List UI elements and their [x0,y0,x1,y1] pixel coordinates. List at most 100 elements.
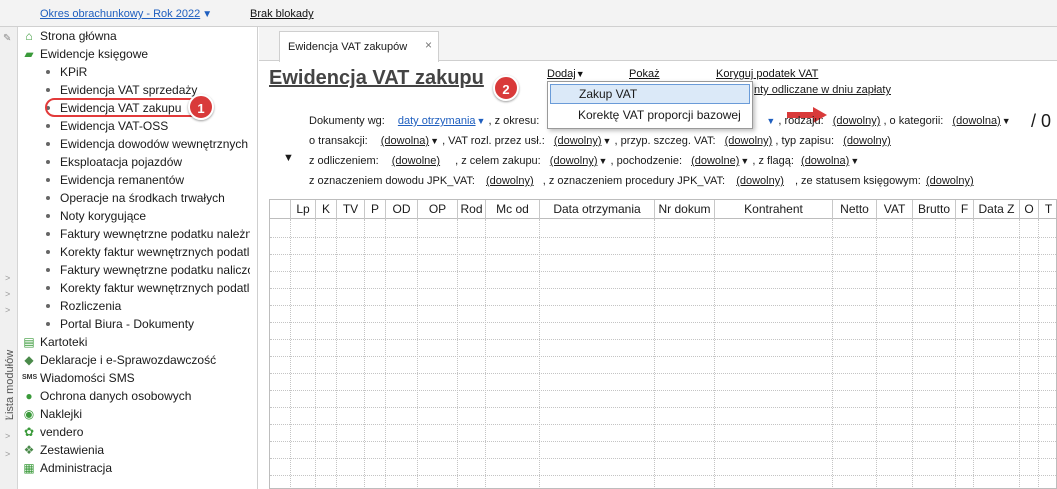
column-header[interactable]: Nr dokum [655,200,715,219]
tree-item-vat-oss[interactable]: Ewidencja VAT-OSS [18,117,250,135]
tree-item-vat-sales[interactable]: Ewidencja VAT sprzedaży [18,81,250,99]
entry-type-filter[interactable]: (dowolny) [843,135,891,147]
tree-item-sms[interactable]: SMS Wiadomości SMS [18,369,250,387]
jpk-procedure-filter[interactable]: (dowolny) [736,175,784,187]
tab-label: Ewidencja VAT zakupów [288,41,408,53]
docs-by-filter[interactable]: daty otrzymania▼ [398,115,486,127]
tree-item-declarations[interactable]: ◆ Deklaracje i e-Sprawozdawczość [18,351,250,369]
filter-label: , typ zapisu: [775,135,835,147]
tree-item-reports[interactable]: ❖ Zestawienia [18,441,250,459]
deduction-filter[interactable]: (dowolne) [392,155,440,167]
origin-filter[interactable]: (dowolne)▼ [691,155,749,167]
column-header[interactable]: Data otrzymania [540,200,655,219]
accounting-status-filter[interactable]: (dowolny) [926,175,974,187]
tree-item-administration[interactable]: ▦ Administracja [18,459,250,477]
column-header[interactable]: Lp [291,200,316,219]
tree-item-internal-invoices-due[interactable]: Faktury wewnętrzne podatku należn [18,225,250,243]
flag-filter[interactable]: (dowolna)▼ [801,155,859,167]
column-header[interactable]: O [1020,200,1039,219]
deduction-on-payment-link[interactable]: nty odliczane w dniu zapłaty [754,84,891,96]
modules-strip: ✎ > > > Lista modułów > > > [0,27,18,489]
column-header[interactable]: Data Z [974,200,1020,219]
admin-icon: ▦ [23,461,35,475]
tree-item-vehicles[interactable]: Eksploatacja pojazdów [18,153,250,171]
tab-bar: Ewidencja VAT zakupów × [259,27,1057,62]
tree-item-data-protection[interactable]: ● Ochrona danych osobowych [18,387,250,405]
column-header[interactable]: Brutto [913,200,956,219]
grid-row-line [270,271,1056,272]
tree-item-inventory[interactable]: Ewidencja remanentów [18,171,250,189]
tree-item-cards[interactable]: ▤ Kartoteki [18,333,250,351]
filter-label: , z celem zakupu: [455,155,541,167]
correct-vat-link[interactable]: Koryguj podatek VAT [716,68,818,80]
tree-item-home[interactable]: ⌂ Strona główna [18,27,250,45]
kind-filter[interactable]: (dowolny) [833,115,881,127]
top-bar: Okres obrachunkowy - Rok 2022 ▼ Brak blok… [0,0,1057,27]
tree-item-internal-documents[interactable]: Ewidencja dowodów wewnętrznych [18,135,250,153]
show-menu[interactable]: Pokaż [629,68,660,80]
jpk-document-filter[interactable]: (dowolny) [486,175,534,187]
collapse-filters-icon[interactable]: ▼ [283,152,294,164]
filter-label: , VAT rozl. przez usł.: [442,135,545,147]
tree-item-label: Ewidencja remanentów [60,173,185,187]
pin-icon[interactable]: ✎ [3,33,11,44]
tree-item-settlements[interactable]: Rozliczenia [18,297,250,315]
column-header[interactable]: K [316,200,337,219]
column-header[interactable]: P [365,200,386,219]
tree-item-internal-corrections-due[interactable]: Korekty faktur wewnętrznych podatl [18,243,250,261]
close-icon[interactable]: × [425,38,432,52]
column-header[interactable]: OD [386,200,418,219]
bullet-icon [46,88,50,92]
add-menu[interactable]: Dodaj▼ [547,68,585,80]
tree-item-label: Korekty faktur wewnętrznych podatl [60,281,250,295]
column-header[interactable]: Netto [833,200,877,219]
chevron-right-icon[interactable]: > [5,273,10,283]
column-header[interactable]: F [956,200,974,219]
column-header[interactable]: TV [337,200,365,219]
tree-item-fixed-assets[interactable]: Operacje na środkach trwałych [18,189,250,207]
period-selector[interactable]: Okres obrachunkowy - Rok 2022 ▼ [40,8,212,20]
tab-vat-purchases[interactable]: Ewidencja VAT zakupów × [279,31,439,62]
tree-item-correction-notes[interactable]: Noty korygujące [18,207,250,225]
tree-item-office-portal[interactable]: Portal Biura - Dokumenty [18,315,250,333]
tree-item-label: Noty korygujące [60,209,147,223]
bullet-icon [46,322,50,326]
column-header[interactable]: VAT [877,200,913,219]
records-grid[interactable]: Lp K TV P OD OP Rod Mc od Data otrzymani… [269,199,1057,489]
grid-row-line [270,458,1056,459]
tree-item-kpir[interactable]: KPiR [18,63,250,81]
special-case-filter[interactable]: (dowolny) [725,135,773,147]
chevron-right-icon[interactable]: > [5,431,10,441]
tree-item-vendero[interactable]: ✿ vendero [18,423,250,441]
tree-item-label: KPiR [60,65,88,79]
column-header[interactable]: Kontrahent [715,200,833,219]
column-header[interactable]: OP [418,200,458,219]
block-status-link[interactable]: Brak blokady [250,8,314,20]
home-icon: ⌂ [25,29,33,43]
chevron-down-icon[interactable]: ▼ [766,116,775,126]
tree-item-internal-invoices-input[interactable]: Faktury wewnętrzne podatku naliczo [18,261,250,279]
grid-column-line [955,219,956,488]
grid-column-line [364,219,365,488]
tree-item-stickers[interactable]: ◉ Naklejki [18,405,250,423]
tree-item-label: Operacje na środkach trwałych [60,191,225,205]
menu-item-purchase-vat[interactable]: Zakup VAT [550,84,750,104]
column-header[interactable]: T [1039,200,1056,219]
column-header[interactable]: Mc od [486,200,540,219]
vat-service-filter[interactable]: (dowolny)▼ [554,135,612,147]
chevron-right-icon[interactable]: > [5,289,10,299]
grid-column-line [485,219,486,488]
grid-row-line [270,339,1056,340]
page-title: Ewidencja VAT zakupu [269,67,484,89]
tree-item-internal-corrections-input[interactable]: Korekty faktur wewnętrznych podatl [18,279,250,297]
tree-item-accounting-records[interactable]: ▰ Ewidencje księgowe [18,45,250,63]
column-header[interactable]: Rod [458,200,486,219]
purpose-filter[interactable]: (dowolny)▼ [550,155,608,167]
chevron-right-icon[interactable]: > [5,413,10,423]
chevron-right-icon[interactable]: > [5,449,10,459]
category-filter[interactable]: (dowolna)▼ [952,115,1010,127]
filter-label: Dokumenty wg: [309,115,385,127]
chevron-right-icon[interactable]: > [5,305,10,315]
transaction-filter[interactable]: (dowolna)▼ [381,135,439,147]
grid-row-line [270,475,1056,476]
